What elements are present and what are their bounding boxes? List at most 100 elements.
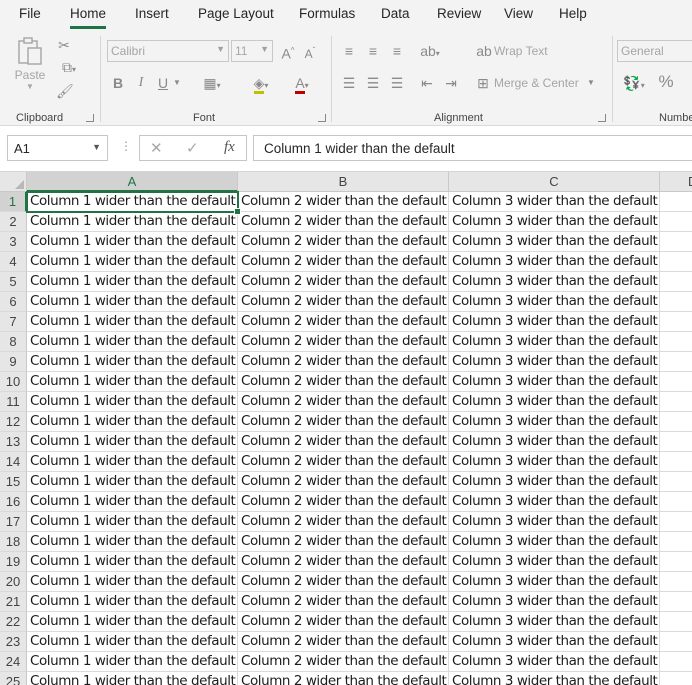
cell-c20[interactable]: Column 3 wider than the default <box>449 572 660 592</box>
formula-input[interactable]: Column 1 wider than the default <box>253 135 692 161</box>
cell-c10[interactable]: Column 3 wider than the default <box>449 372 660 392</box>
cell-c2[interactable]: Column 3 wider than the default <box>449 212 660 232</box>
cell-a23[interactable]: Column 1 wider than the default <box>27 632 238 652</box>
cell-a7[interactable]: Column 1 wider than the default <box>27 312 238 332</box>
tab-file[interactable]: File <box>19 6 41 21</box>
tab-insert[interactable]: Insert <box>135 6 169 21</box>
column-header-b[interactable]: B <box>238 172 449 192</box>
cell-a21[interactable]: Column 1 wider than the default <box>27 592 238 612</box>
cell-b16[interactable]: Column 2 wider than the default <box>238 492 449 512</box>
cell-d7[interactable] <box>660 312 692 332</box>
cell-b10[interactable]: Column 2 wider than the default <box>238 372 449 392</box>
row-header[interactable]: 1 <box>0 192 27 212</box>
cell-b4[interactable]: Column 2 wider than the default <box>238 252 449 272</box>
row-header[interactable]: 18 <box>0 532 27 552</box>
tab-page-layout[interactable]: Page Layout <box>198 6 274 21</box>
cell-b3[interactable]: Column 2 wider than the default <box>238 232 449 252</box>
cell-d1[interactable] <box>660 192 692 212</box>
column-header-d[interactable]: D <box>660 172 692 192</box>
cell-b8[interactable]: Column 2 wider than the default <box>238 332 449 352</box>
decrease-font-size-icon[interactable]: Aˇ <box>301 42 319 63</box>
cell-b23[interactable]: Column 2 wider than the default <box>238 632 449 652</box>
row-header[interactable]: 21 <box>0 592 27 612</box>
cell-c15[interactable]: Column 3 wider than the default <box>449 472 660 492</box>
underline-button[interactable]: U <box>156 74 170 92</box>
row-header[interactable]: 12 <box>0 412 27 432</box>
cell-b5[interactable]: Column 2 wider than the default <box>238 272 449 292</box>
row-header[interactable]: 20 <box>0 572 27 592</box>
cell-a8[interactable]: Column 1 wider than the default <box>27 332 238 352</box>
row-header[interactable]: 15 <box>0 472 27 492</box>
cell-b19[interactable]: Column 2 wider than the default <box>238 552 449 572</box>
cell-d3[interactable] <box>660 232 692 252</box>
cell-d21[interactable] <box>660 592 692 612</box>
cell-b25[interactable]: Column 2 wider than the default <box>238 672 449 685</box>
cell-d13[interactable] <box>660 432 692 452</box>
cell-d15[interactable] <box>660 472 692 492</box>
format-painter-icon[interactable]: 🖌 <box>56 82 74 100</box>
enter-icon[interactable]: ✓ <box>186 139 199 157</box>
cell-d12[interactable] <box>660 412 692 432</box>
font-size-combo[interactable]: 11 ▼ <box>231 40 273 62</box>
cell-a22[interactable]: Column 1 wider than the default <box>27 612 238 632</box>
cell-d19[interactable] <box>660 552 692 572</box>
cell-d9[interactable] <box>660 352 692 372</box>
cut-icon[interactable]: ✂ <box>56 36 72 54</box>
wrap-text-icon[interactable]: ab <box>474 42 494 60</box>
cell-b15[interactable]: Column 2 wider than the default <box>238 472 449 492</box>
alignment-launcher-icon[interactable] <box>598 114 606 122</box>
bold-button[interactable]: B <box>111 74 125 92</box>
cell-d22[interactable] <box>660 612 692 632</box>
merge-center-icon[interactable]: ⊞ <box>474 74 492 92</box>
cell-d6[interactable] <box>660 292 692 312</box>
cell-a20[interactable]: Column 1 wider than the default <box>27 572 238 592</box>
cell-a14[interactable]: Column 1 wider than the default <box>27 452 238 472</box>
cell-c6[interactable]: Column 3 wider than the default <box>449 292 660 312</box>
align-top-icon[interactable]: ≡ <box>340 42 358 60</box>
cell-a3[interactable]: Column 1 wider than the default <box>27 232 238 252</box>
accounting-format-icon[interactable]: 💱▾ <box>619 74 649 95</box>
cell-b1[interactable]: Column 2 wider than the default <box>238 192 449 212</box>
cell-c5[interactable]: Column 3 wider than the default <box>449 272 660 292</box>
row-header[interactable]: 11 <box>0 392 27 412</box>
cell-b7[interactable]: Column 2 wider than the default <box>238 312 449 332</box>
cell-c4[interactable]: Column 3 wider than the default <box>449 252 660 272</box>
cell-c25[interactable]: Column 3 wider than the default <box>449 672 660 685</box>
wrap-text-button[interactable]: Wrap Text <box>494 42 548 60</box>
cell-c12[interactable]: Column 3 wider than the default <box>449 412 660 432</box>
font-color-icon[interactable]: A▾ <box>287 74 317 95</box>
cell-a25[interactable]: Column 1 wider than the default <box>27 672 238 685</box>
cell-d20[interactable] <box>660 572 692 592</box>
column-header-c[interactable]: C <box>449 172 660 192</box>
cell-c16[interactable]: Column 3 wider than the default <box>449 492 660 512</box>
cell-c8[interactable]: Column 3 wider than the default <box>449 332 660 352</box>
cell-b20[interactable]: Column 2 wider than the default <box>238 572 449 592</box>
tab-view[interactable]: View <box>504 6 533 21</box>
cell-d17[interactable] <box>660 512 692 532</box>
cell-a24[interactable]: Column 1 wider than the default <box>27 652 238 672</box>
cell-b21[interactable]: Column 2 wider than the default <box>238 592 449 612</box>
cell-c11[interactable]: Column 3 wider than the default <box>449 392 660 412</box>
cell-c23[interactable]: Column 3 wider than the default <box>449 632 660 652</box>
cell-d10[interactable] <box>660 372 692 392</box>
cell-a6[interactable]: Column 1 wider than the default <box>27 292 238 312</box>
row-header[interactable]: 2 <box>0 212 27 232</box>
cell-a1[interactable]: Column 1 wider than the default <box>27 192 238 212</box>
cell-a17[interactable]: Column 1 wider than the default <box>27 512 238 532</box>
cell-a9[interactable]: Column 1 wider than the default <box>27 352 238 372</box>
row-header[interactable]: 23 <box>0 632 27 652</box>
row-header[interactable]: 4 <box>0 252 27 272</box>
row-header[interactable]: 24 <box>0 652 27 672</box>
cell-a15[interactable]: Column 1 wider than the default <box>27 472 238 492</box>
tab-data[interactable]: Data <box>381 6 410 21</box>
tab-help[interactable]: Help <box>559 6 587 21</box>
tab-home[interactable]: Home <box>70 6 107 29</box>
cell-a4[interactable]: Column 1 wider than the default <box>27 252 238 272</box>
italic-button[interactable]: I <box>134 74 148 92</box>
row-header[interactable]: 25 <box>0 672 27 685</box>
chevron-down-icon[interactable]: ▼ <box>92 142 101 152</box>
row-header[interactable]: 10 <box>0 372 27 392</box>
cell-b11[interactable]: Column 2 wider than the default <box>238 392 449 412</box>
cell-d14[interactable] <box>660 452 692 472</box>
insert-function-button[interactable]: fx <box>224 139 235 156</box>
